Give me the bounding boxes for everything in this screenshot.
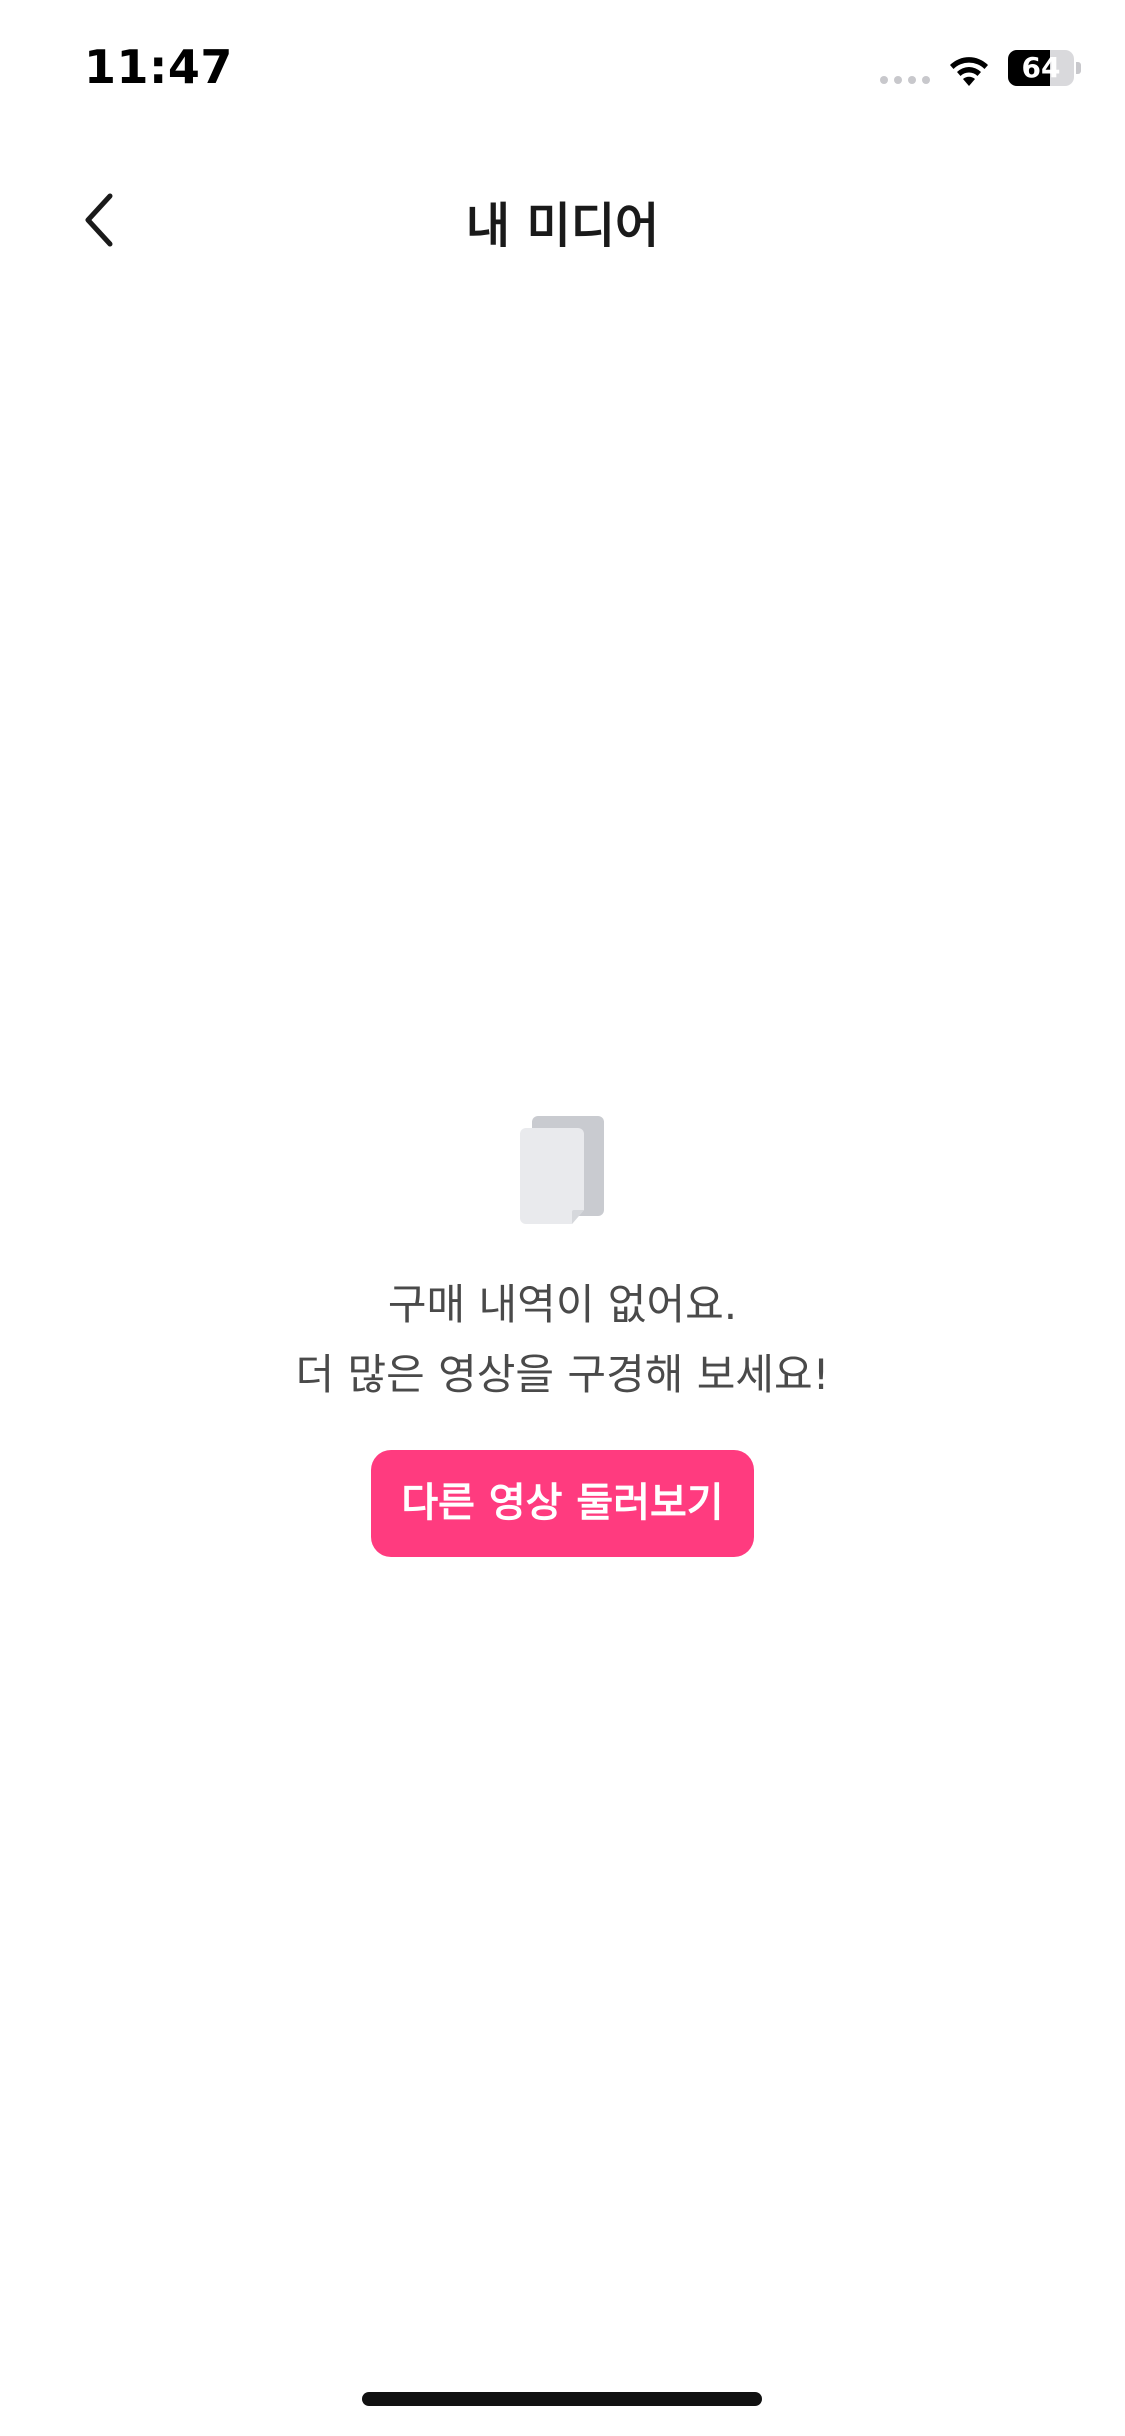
- home-indicator: [362, 2392, 762, 2406]
- signal-dots-icon: [880, 76, 930, 84]
- battery-icon: 64: [1008, 50, 1081, 86]
- page-title: 내 미디어: [465, 198, 660, 254]
- document-stack-icon: [520, 1116, 604, 1224]
- status-time: 11:47: [84, 40, 233, 94]
- empty-message-line-1: 구매 내역이 없어요.: [387, 1280, 738, 1329]
- nav-bar: 내 미디어: [0, 150, 1125, 280]
- empty-message-line-2: 더 많은 영상을 구경해 보세요!: [295, 1350, 830, 1399]
- battery-level: 64: [1021, 51, 1061, 84]
- wifi-icon: [950, 57, 988, 86]
- browse-videos-button[interactable]: 다른 영상 둘러보기: [371, 1450, 754, 1557]
- empty-message: 구매 내역이 없어요. 더 많은 영상을 구경해 보세요!: [0, 1270, 1125, 1410]
- status-bar: 11:47 64: [0, 0, 1125, 132]
